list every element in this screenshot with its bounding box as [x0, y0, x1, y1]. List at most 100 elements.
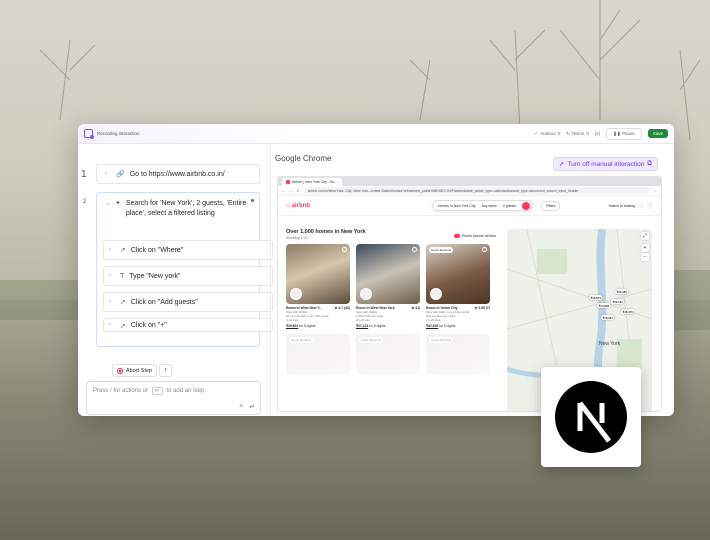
search-where[interactable]: Homes in New York City [438, 204, 476, 208]
url-bar: ← → ↻ airbnb.co.in/s/New-York--City--New… [278, 186, 661, 196]
airbnb-header: ⌂ airbnb Homes in New York City Any week… [278, 196, 661, 216]
browser-tab[interactable]: Airbnb | New York City - Ho... [282, 178, 342, 186]
listing-photo[interactable]: Guest favourite [426, 244, 490, 304]
listing-photo[interactable] [286, 244, 350, 304]
substep-type-new-york[interactable]: › T Type "New york" [103, 266, 273, 286]
reload-icon[interactable]: ↻ [297, 189, 300, 193]
link-icon: 🔗 [116, 171, 125, 178]
forward-icon[interactable]: → [289, 189, 292, 193]
substep-click-add-guests[interactable]: › ➚ Click on "Add guests" [103, 292, 273, 312]
cursor-click-icon: ➚ [120, 323, 126, 330]
cursor-click-icon: ➚ [120, 299, 126, 306]
scroll-up-button[interactable]: ↑ [159, 364, 172, 377]
listing-price-suffix: for 5 nights [439, 323, 456, 328]
airbnb-search-bar[interactable]: Homes in New York City Any week 2 guests [431, 200, 533, 211]
step-number: 1 [81, 168, 87, 180]
expand-map-icon[interactable]: ⤢ [641, 232, 649, 240]
heart-icon[interactable] [482, 247, 487, 252]
chevron-right-icon[interactable]: › [109, 322, 115, 328]
sparkle-list-icon: ✦ [115, 200, 121, 207]
nextjs-logo-icon [555, 381, 627, 453]
chevron-down-icon[interactable]: ⌄ [105, 199, 110, 219]
zoom-in-icon[interactable]: + [641, 244, 649, 252]
listing-photo[interactable] [356, 244, 420, 304]
listing-rating: ★ 4.8 [411, 306, 420, 310]
map-price-marker[interactable]: ₹19,461 [615, 289, 629, 294]
guest-favourite-badge: Guest favourite [429, 336, 454, 343]
substep-click-where[interactable]: › ➚ Click on "Where" [103, 240, 273, 260]
step-number: 2 [83, 199, 87, 205]
substep-click-plus[interactable]: › ➚ Click on "+" [103, 318, 273, 332]
nextjs-logo-card [541, 367, 641, 467]
guest-favourite-badge: Guest favourite [359, 336, 384, 343]
listing-card[interactable]: Room in West New Y... ★ 4.7 (43) Stay wit… [286, 244, 350, 328]
rerun-toggle[interactable]: ↻ Rerun 0 [566, 131, 589, 137]
heart-icon[interactable] [412, 247, 417, 252]
search-when[interactable]: Any week [482, 204, 497, 208]
heart-icon[interactable] [342, 247, 347, 252]
address-field[interactable]: airbnb.co.in/s/New-York--City--New-York-… [303, 187, 650, 194]
turn-off-manual-interaction-button[interactable]: ➚ Turn off manual interaction ⧉ [552, 157, 658, 171]
stop-icon [117, 367, 123, 374]
map-price-marker[interactable]: ₹18,470 [621, 309, 635, 314]
listing-dates: 15–20 Jan [356, 318, 371, 323]
zoom-out-icon[interactable]: − [641, 253, 649, 261]
airbnb-logo[interactable]: ⌂ airbnb [286, 203, 310, 209]
listing-dates: 15–20 Dec [426, 318, 441, 323]
save-button[interactable]: Save [647, 129, 668, 138]
listing-card[interactable]: Guest favourite Room in Union City ★ 4.90… [426, 244, 490, 328]
map-price-marker[interactable]: ₹22,131 [611, 299, 625, 304]
globe-icon[interactable] [638, 202, 644, 209]
step-label: Go to https://www.airbnb.co.in/ [129, 170, 225, 178]
listing-dates: 4–11 Feb [286, 318, 299, 323]
chevron-right-icon[interactable]: › [109, 273, 115, 279]
profile-menu-icon[interactable] [647, 202, 653, 209]
step-1[interactable]: 1 › 🔗 Go to https://www.airbnb.co.in/ [81, 164, 260, 184]
cursor-icon: ➚ [558, 161, 565, 168]
star-icon[interactable]: ☆ [654, 189, 657, 193]
chevron-right-icon[interactable]: › [105, 171, 111, 177]
listing-photo[interactable]: Guest favourite [426, 333, 490, 374]
search-who[interactable]: 2 guests [503, 204, 516, 208]
chevron-right-icon[interactable]: › [109, 299, 115, 305]
listing-photo[interactable]: Guest favourite [286, 333, 350, 374]
autorun-toggle[interactable]: ✓ Autorun 0 [534, 131, 560, 137]
recording-icon [84, 129, 94, 139]
active-dot-icon [251, 199, 254, 202]
rerun-count: 0 [586, 131, 589, 136]
abort-step-button[interactable]: Abort Step [112, 364, 157, 377]
type-icon: T [120, 272, 125, 280]
back-icon[interactable]: ← [282, 189, 285, 193]
tab-strip: Airbnb | New York City - Ho... [278, 177, 661, 186]
plus-icon[interactable]: + [239, 403, 243, 411]
listing-price: ₹29,604 [286, 323, 299, 328]
prompt-input[interactable]: Press / for actions or ↵ to add an step … [86, 381, 261, 415]
search-icon[interactable] [521, 201, 530, 210]
prices-toggle[interactable]: Prices include all fees [454, 234, 496, 238]
listing-photo[interactable]: Guest favourite [356, 333, 420, 374]
map-city-label: New York [599, 341, 621, 347]
filters-button[interactable]: Filters [540, 200, 561, 211]
top-bar: Recording interaction ✓ Autorun 0 ↻ Reru… [78, 124, 674, 144]
pause-button[interactable]: ❚❚ Pause [606, 127, 642, 140]
chevron-right-icon[interactable]: › [109, 247, 115, 253]
map-price-marker[interactable]: ₹14,853 [597, 303, 611, 308]
steps-panel: 1 › 🔗 Go to https://www.airbnb.co.in/ 2 … [78, 144, 273, 416]
listing-card[interactable]: Room in West New York ★ 4.8 Stay with Wid… [356, 244, 420, 328]
map-price-marker[interactable]: ₹18,874 [589, 295, 603, 300]
enter-icon[interactable]: ↵ [249, 403, 255, 411]
map-price-marker[interactable]: ₹16,321 [601, 315, 615, 320]
enter-key-icon: ↵ [151, 387, 163, 395]
recording-indicator: Recording interaction [84, 129, 140, 139]
variables-button[interactable]: {x} [595, 131, 600, 136]
guest-favourite-badge: Guest favourite [289, 336, 314, 343]
url-text: airbnb.co.in/s/New-York--City--New-York-… [307, 188, 579, 193]
host-avatar [430, 288, 442, 300]
abort-label: Abort Step [126, 367, 152, 374]
listing-price: ₹27,125 [356, 323, 369, 328]
browser-app-label: Google Chrome [275, 154, 332, 163]
airbnb-logo-text: airbnb [291, 202, 310, 209]
step-2[interactable]: 2 ⌄ ✦ Search for 'New York', 2 guests, '… [83, 192, 273, 347]
switch-hosting-link[interactable]: Switch to hosting [609, 204, 635, 208]
listing-price-suffix: for 5 nights [369, 323, 386, 328]
